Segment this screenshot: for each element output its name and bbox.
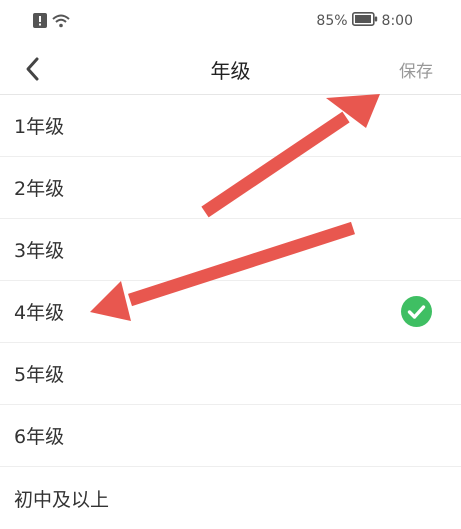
grade-option[interactable]: 5年级 (0, 343, 461, 405)
status-time: 8:00 (381, 13, 413, 29)
grade-option[interactable]: 4年级 (0, 281, 461, 343)
grade-list: 1年级 2年级 3年级 4年级 5年级 6年级初中及以上 (0, 95, 461, 529)
grade-option-label: 1年级 (14, 116, 65, 138)
status-bar: 85% 8:00 (0, 0, 461, 42)
grade-option-label: 6年级 (14, 426, 65, 448)
nav-bar: 年级 保存 (0, 42, 461, 95)
grade-option-label: 2年级 (14, 178, 65, 200)
grade-option[interactable]: 3年级 (0, 219, 461, 281)
grade-option[interactable]: 2年级 (0, 157, 461, 219)
save-button[interactable]: 保存 (399, 57, 433, 82)
grade-option-label: 5年级 (14, 364, 65, 386)
status-right: 85% 8:00 (316, 12, 413, 30)
battery-percent: 85% (316, 13, 348, 29)
grade-option-label: 初中及以上 (14, 488, 110, 511)
grade-option[interactable]: 初中及以上 (0, 467, 461, 529)
grade-option[interactable]: 6年级 (0, 405, 461, 467)
grade-option-label: 4年级 (14, 302, 65, 324)
page-title: 年级 (210, 59, 251, 83)
grade-option[interactable]: 1年级 (0, 95, 461, 157)
status-left (33, 13, 70, 32)
checkmark-icon (401, 296, 432, 327)
notification-icon (33, 13, 47, 32)
grade-option-label: 3年级 (14, 240, 65, 262)
battery-icon (351, 12, 378, 30)
wifi-icon (52, 13, 70, 32)
